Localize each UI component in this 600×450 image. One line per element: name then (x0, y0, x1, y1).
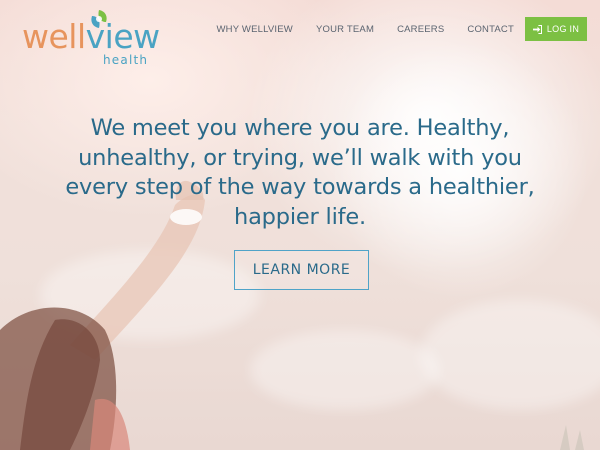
main-nav: WHY WELLVIEW YOUR TEAM CAREERS CONTACT (193, 22, 514, 38)
logo-view: view (85, 17, 161, 56)
site-header: wellview health WHY WELLVIEW YOUR TEAM C… (0, 0, 600, 67)
learn-more-button[interactable]: LEARN MORE (234, 250, 369, 290)
login-button[interactable]: LOG IN (525, 17, 587, 41)
hero-headline: We meet you where you are. Healthy, unhe… (65, 115, 535, 230)
login-label: LOG IN (546, 24, 580, 34)
nav-why-wellview[interactable]: WHY WELLVIEW (216, 22, 292, 38)
nav-contact[interactable]: CONTACT (467, 22, 514, 38)
nav-careers[interactable]: CAREERS (397, 22, 444, 38)
nav-your-team[interactable]: YOUR TEAM (316, 22, 374, 38)
sign-in-icon (532, 24, 542, 34)
logo-well: well (22, 17, 86, 56)
wellview-health-logo[interactable]: wellview health (22, 10, 162, 67)
logo-wordmark: wellview (22, 20, 160, 53)
logo-subtitle: health (103, 53, 149, 67)
